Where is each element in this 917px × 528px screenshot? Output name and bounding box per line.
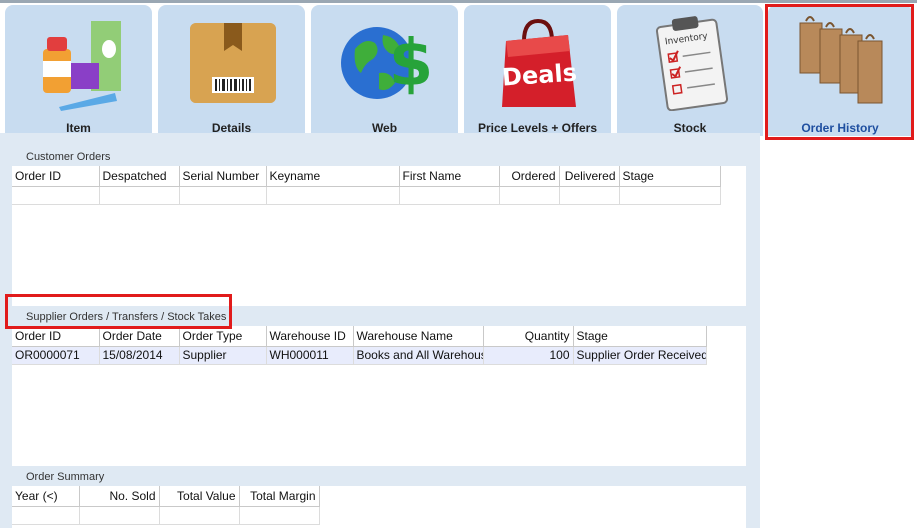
column-header-warehouse-id[interactable]: Warehouse ID (266, 326, 354, 347)
table-cell (12, 186, 100, 205)
table-cell (79, 506, 160, 525)
tab-price-levels-offers[interactable]: Deals Price Levels + Offers (464, 5, 611, 136)
cell-order-date: 15/08/2014 (99, 346, 180, 365)
supplier-orders-title: Supplier Orders / Transfers / Stock Take… (26, 311, 227, 323)
table-cell (179, 186, 267, 205)
tab-details[interactable]: Details (158, 5, 305, 136)
table-cell (499, 186, 560, 205)
column-header-stage[interactable]: Stage (619, 166, 721, 187)
column-header-keyname[interactable]: Keyname (266, 166, 400, 187)
table-cell (559, 186, 620, 205)
supplier-orders-grid[interactable]: Order ID Order Date Order Type Warehouse… (12, 326, 746, 466)
column-header-ordered[interactable]: Ordered (499, 166, 560, 187)
svg-text:$: $ (388, 27, 433, 101)
inventory-clipboard-icon: Inventory (655, 16, 729, 111)
table-row-empty[interactable] (12, 186, 721, 205)
column-header-total-margin[interactable]: Total Margin (239, 486, 320, 507)
cell-order-type: Supplier (179, 346, 267, 365)
package-barcode-icon (189, 23, 276, 103)
tab-order-history[interactable]: Order History (768, 5, 912, 136)
column-header-stage[interactable]: Stage (573, 326, 707, 347)
order-history-panel: Customer Orders Order ID Despatched Seri… (0, 133, 760, 528)
cell-stage: Supplier Order Received (573, 346, 707, 365)
tab-item[interactable]: Item (5, 5, 152, 136)
svg-text:Deals: Deals (501, 58, 578, 91)
deals-bag-icon: Deals (501, 18, 578, 107)
column-header-order-id[interactable]: Order ID (12, 326, 100, 347)
customer-orders-table: Order ID Despatched Serial Number Keynam… (12, 166, 721, 205)
tab-stock[interactable]: Inventory Stock (617, 5, 763, 136)
table-row-empty[interactable] (12, 506, 320, 525)
order-summary-title: Order Summary (26, 471, 105, 483)
order-summary-grid[interactable]: Year (<) No. Sold Total Value Total Marg… (12, 486, 746, 528)
shopping-bags-icon (799, 16, 883, 104)
order-summary-table: Year (<) No. Sold Total Value Total Marg… (12, 486, 320, 525)
table-cell (159, 506, 240, 525)
table-cell (399, 186, 500, 205)
column-header-no-sold[interactable]: No. Sold (79, 486, 160, 507)
tab-web[interactable]: $ Web (311, 5, 458, 136)
customer-orders-title: Customer Orders (26, 151, 111, 163)
tab-label: Order History (801, 121, 879, 135)
column-header-quantity[interactable]: Quantity (483, 326, 574, 347)
globe-dollar-icon: $ (340, 27, 433, 101)
column-header-serial-number[interactable]: Serial Number (179, 166, 267, 187)
table-cell (619, 186, 721, 205)
table-cell (239, 506, 320, 525)
customer-orders-grid[interactable]: Order ID Despatched Serial Number Keynam… (12, 166, 746, 306)
table-cell (266, 186, 400, 205)
column-header-first-name[interactable]: First Name (399, 166, 500, 187)
column-header-order-id[interactable]: Order ID (12, 166, 100, 187)
cell-warehouse-id: WH000011 (266, 346, 354, 365)
column-header-order-type[interactable]: Order Type (179, 326, 267, 347)
column-header-year[interactable]: Year (<) (12, 486, 80, 507)
column-header-total-value[interactable]: Total Value (159, 486, 240, 507)
table-cell (99, 186, 180, 205)
column-header-despatched[interactable]: Despatched (99, 166, 180, 187)
column-header-order-date[interactable]: Order Date (99, 326, 180, 347)
cell-quantity: 100 (483, 346, 574, 365)
medicine-bottles-icon (42, 21, 121, 111)
table-row[interactable]: OR0000071 15/08/2014 Supplier WH000011 B… (12, 346, 707, 365)
cell-order-id: OR0000071 (12, 346, 100, 365)
table-cell (12, 506, 80, 525)
column-header-delivered[interactable]: Delivered (559, 166, 620, 187)
cell-warehouse-name: Books and All Warehouse (353, 346, 484, 365)
supplier-orders-table: Order ID Order Date Order Type Warehouse… (12, 326, 707, 365)
column-header-warehouse-name[interactable]: Warehouse Name (353, 326, 484, 347)
